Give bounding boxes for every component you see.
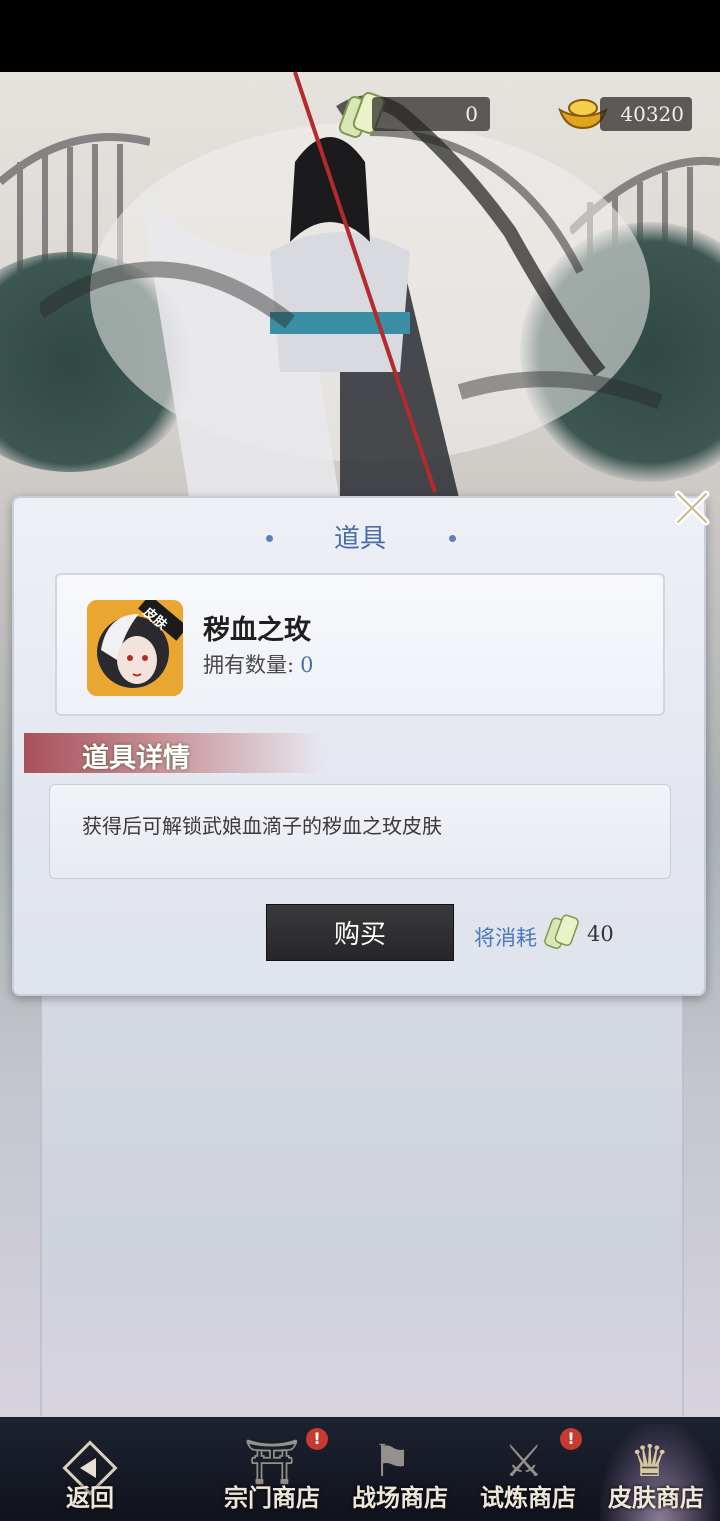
owned-value: 0 — [300, 653, 314, 677]
nav-sect-shop[interactable]: 宗门商店 — [216, 1478, 328, 1513]
status-bar — [0, 0, 720, 72]
close-icon[interactable] — [668, 484, 716, 532]
sect-shop-badge: ! — [306, 1428, 328, 1450]
token-balance: 0 — [372, 97, 490, 131]
owned-count: 拥有数量: 0 — [203, 649, 313, 679]
cost-label: 将消耗 — [474, 926, 537, 950]
buy-button[interactable]: 购买 — [266, 904, 454, 961]
item-description: 获得后可解锁武娘血滴子的秽血之玫皮肤 — [82, 814, 442, 838]
title-dot — [449, 535, 456, 542]
nav-battlefield-shop[interactable]: 战场商店 — [344, 1478, 456, 1513]
nav-skin-shop[interactable]: 皮肤商店 — [600, 1478, 712, 1513]
dialog-title: 道具 — [333, 524, 386, 554]
details-title: 道具详情 — [82, 743, 190, 774]
ingot-balance: 40320 — [600, 97, 692, 131]
buy-button-label: 购买 — [333, 920, 386, 950]
shop-list-panel — [40, 996, 684, 1416]
nav-trial-shop[interactable]: 试炼商店 — [472, 1478, 584, 1513]
back-button[interactable]: 返回 — [54, 1478, 126, 1513]
owned-label: 拥有数量: — [203, 653, 295, 677]
cost-value: 40 — [587, 922, 614, 946]
ingot-amount: 40320 — [620, 102, 684, 126]
item-name: 秽血之玫 — [203, 615, 311, 646]
item-avatar: 皮肤 — [87, 600, 183, 696]
scroll-token-icon — [544, 914, 579, 949]
trial-shop-badge: ! — [560, 1428, 582, 1450]
token-amount: 0 — [465, 102, 478, 126]
skin-portrait-icon — [87, 600, 183, 696]
